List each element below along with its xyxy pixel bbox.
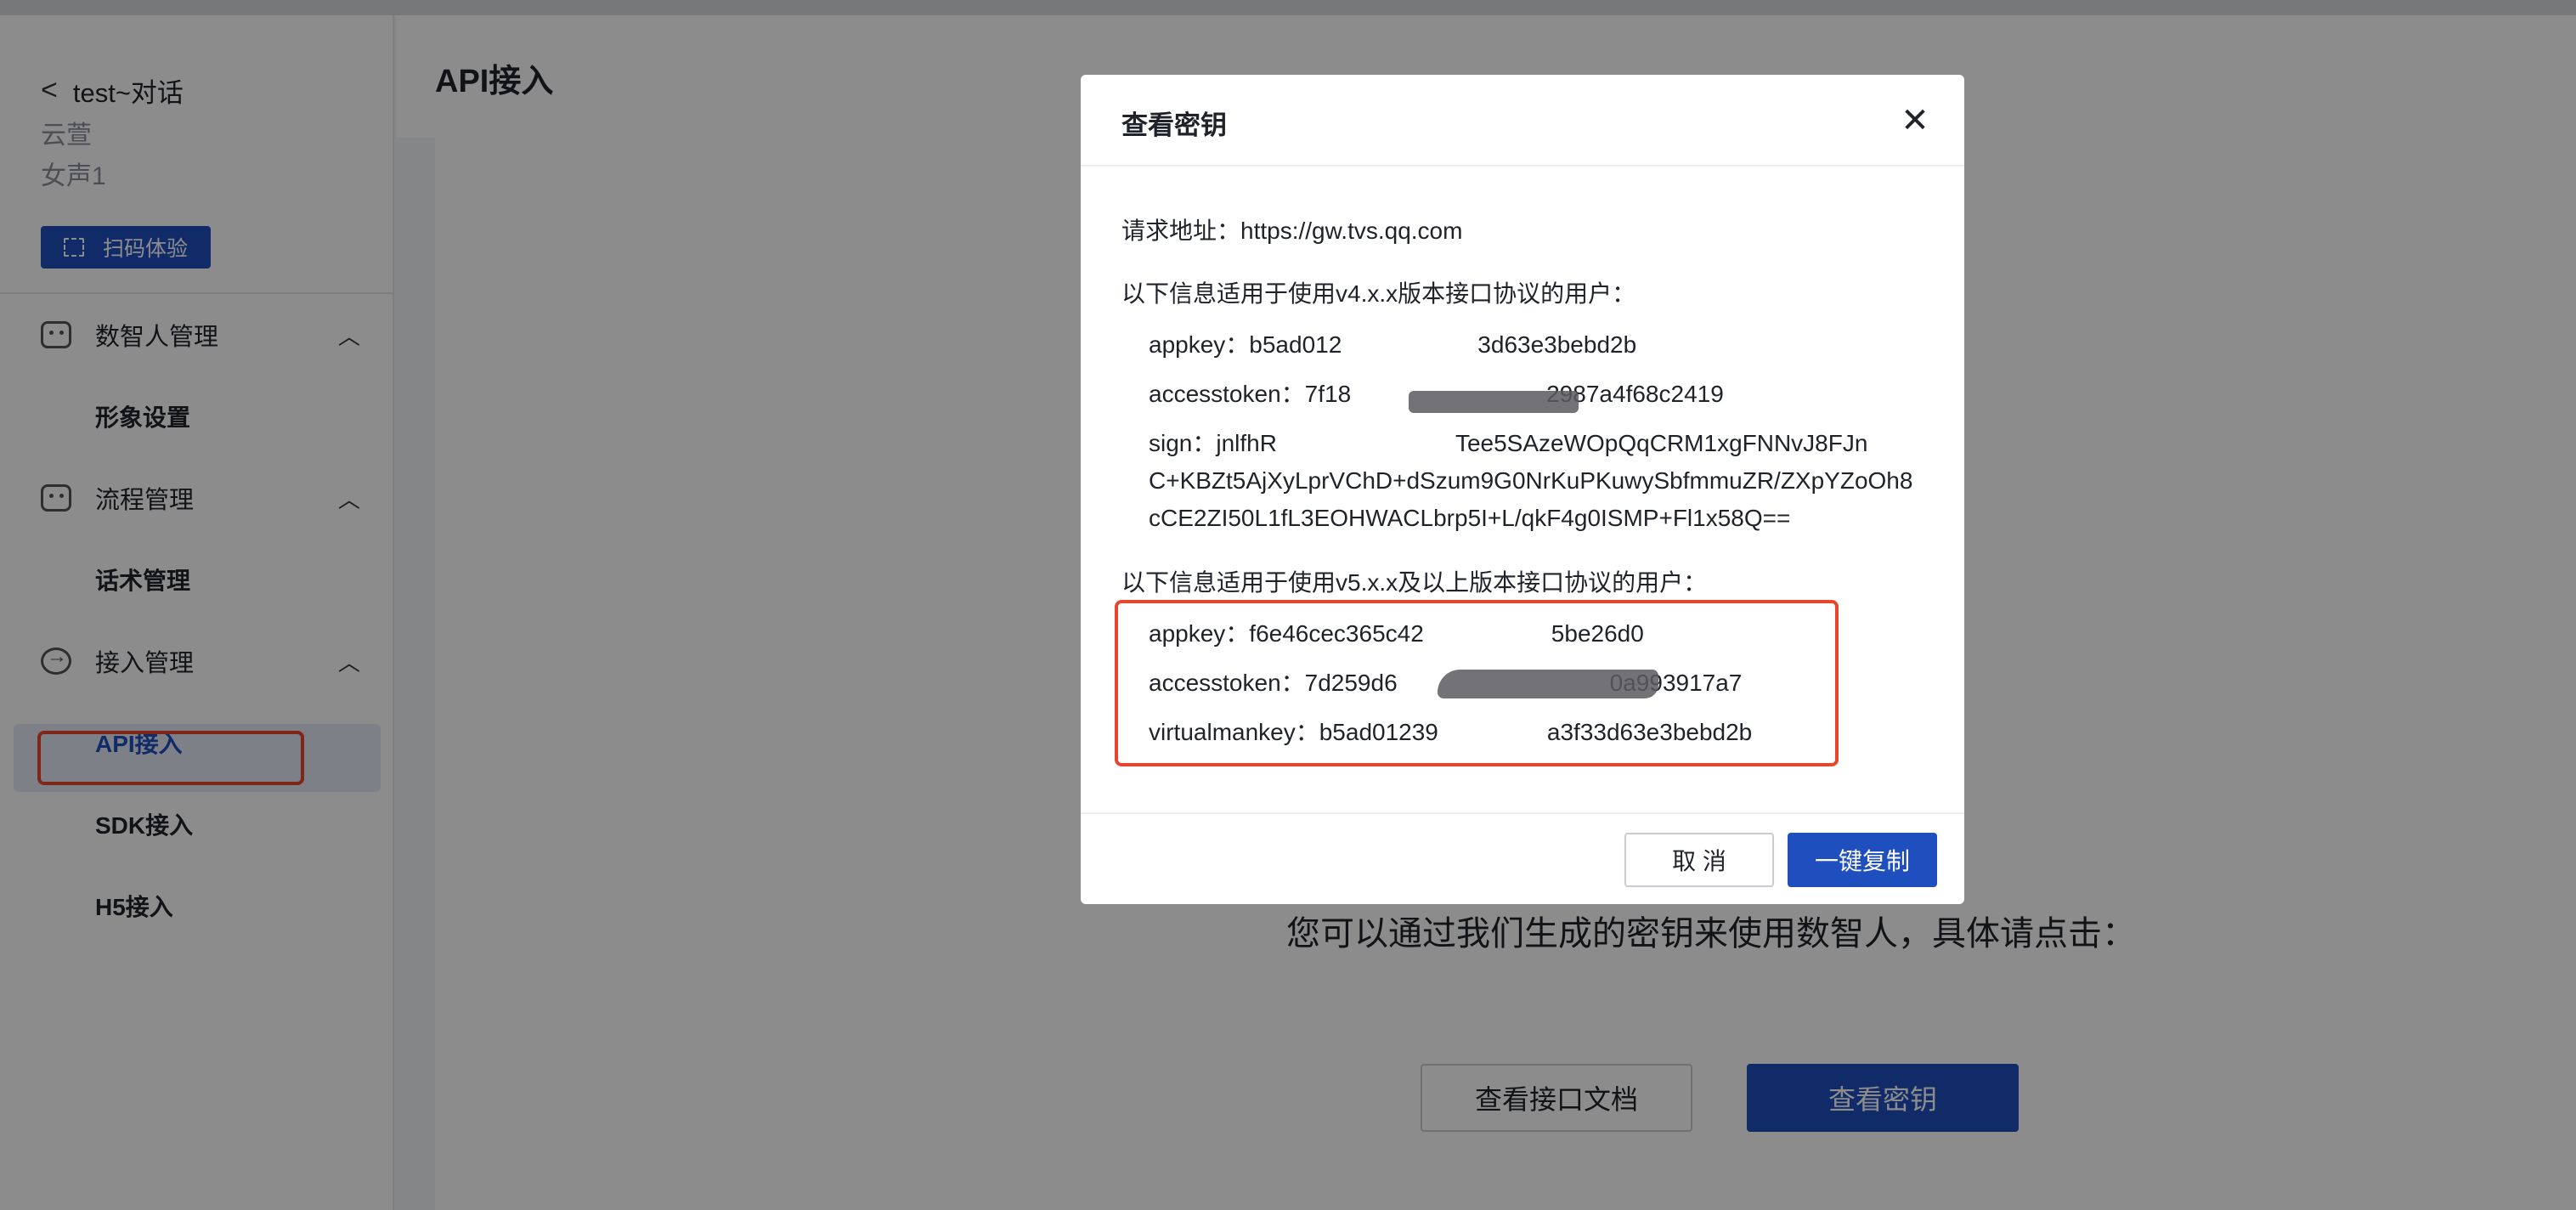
v4-sign-tail: Tee5SAzeWOpQqCRM1xgFNNvJ8FJn (1455, 430, 1868, 456)
cancel-button[interactable]: 取 消 (1624, 833, 1774, 887)
modal-title: 查看密钥 (1121, 110, 1227, 140)
modal-header: 查看密钥 ✕ (1081, 75, 1964, 167)
v4-sign-rest: C+KBZt5AjXyLprVChD+dSzum9G0NrKuPKuwySbfm… (1149, 467, 1913, 531)
close-icon[interactable]: ✕ (1896, 102, 1934, 139)
v4-sign: sign：jnlfhR Tee5SAzeWOpQqCRM1xgFNNvJ8FJn … (1149, 425, 1913, 537)
v5-heading: 以下信息适用于使用v5.x.x及以上版本接口协议的用户： (1121, 569, 1708, 596)
v4-accesstoken-value: accesstoken：7f18 (1149, 381, 1352, 407)
v5-highlight-box (1115, 600, 1839, 766)
v4-appkey: appkey：b5ad012 3d63e3bebd2b (1149, 326, 1636, 360)
redaction-mark (1409, 391, 1579, 413)
v4-heading: 以下信息适用于使用v4.x.x版本接口协议的用户： (1121, 280, 1636, 307)
v4-appkey-tail: 3d63e3bebd2b (1477, 331, 1637, 358)
v4-appkey-value: appkey：b5ad012 (1149, 331, 1342, 358)
v4-sign-head: sign：jnlfhR (1149, 430, 1277, 456)
view-key-modal: 查看密钥 ✕ 请求地址：https://gw.tvs.qq.com 以下信息适用… (1081, 75, 1964, 904)
copy-all-button[interactable]: 一键复制 (1788, 833, 1937, 887)
request-address: 请求地址：https://gw.tvs.qq.com (1121, 218, 1463, 244)
